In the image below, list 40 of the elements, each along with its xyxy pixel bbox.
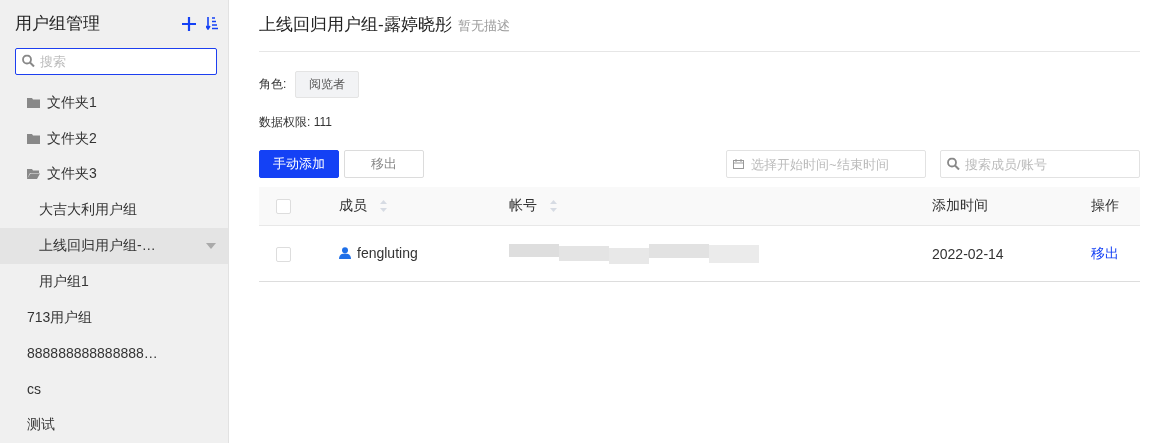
folder-item[interactable]: 文件夹3 <box>0 156 228 193</box>
role-label: 角色: <box>259 76 287 93</box>
calendar-icon <box>733 159 744 169</box>
group-item[interactable]: 888888888888888… <box>0 335 228 372</box>
remove-link[interactable]: 移出 <box>1091 244 1119 261</box>
user-icon <box>339 247 351 259</box>
checkbox[interactable] <box>276 199 291 215</box>
column-header: 添加时间 <box>932 197 988 215</box>
checkbox[interactable] <box>276 246 291 262</box>
sort-icon[interactable] <box>206 17 218 31</box>
column-header: 成员 <box>339 197 367 215</box>
folder-icon <box>27 133 40 144</box>
search-icon <box>947 157 960 171</box>
group-item[interactable]: 测试 <box>0 407 228 443</box>
group-item[interactable]: 上线回归用户组-… <box>0 228 228 264</box>
search-field[interactable]: 搜索 <box>15 47 217 75</box>
add-icon[interactable] <box>182 16 196 31</box>
folder-icon <box>27 97 40 108</box>
add-button[interactable]: 手动添加 <box>259 150 339 178</box>
column-header: 帐号 <box>509 197 537 215</box>
open-folder-icon <box>27 169 40 180</box>
group-item[interactable]: 用户组1 <box>0 263 228 300</box>
role-tag: 阅览者 <box>295 71 360 98</box>
group-item[interactable]: 大吉大利用户组 <box>0 192 228 229</box>
folder-item[interactable]: 文件夹2 <box>0 120 228 157</box>
member-search-field[interactable]: 搜索成员/账号 <box>940 150 1140 178</box>
data-permission-text: 数据权限: 111 <box>259 114 333 131</box>
search-icon <box>22 54 35 68</box>
dropdown-caret-icon[interactable] <box>206 243 216 250</box>
group-item[interactable]: 713用户组 <box>0 299 228 336</box>
member-name: fengluting <box>357 245 418 261</box>
folder-item[interactable]: 文件夹1 <box>0 84 228 121</box>
column-header: 操作 <box>1091 197 1119 215</box>
group-description: 暂无描述 <box>457 17 510 35</box>
group-item[interactable]: cs <box>0 371 228 408</box>
group-title: 上线回归用户组-露婷晓彤 <box>259 14 452 36</box>
date-range-field[interactable]: 选择开始时间~结束时间 <box>726 150 926 178</box>
date-text: 2022-02-14 <box>932 245 1004 262</box>
sidebar-title: 用户组管理 <box>15 13 101 36</box>
remove-button[interactable]: 移出 <box>344 150 424 178</box>
